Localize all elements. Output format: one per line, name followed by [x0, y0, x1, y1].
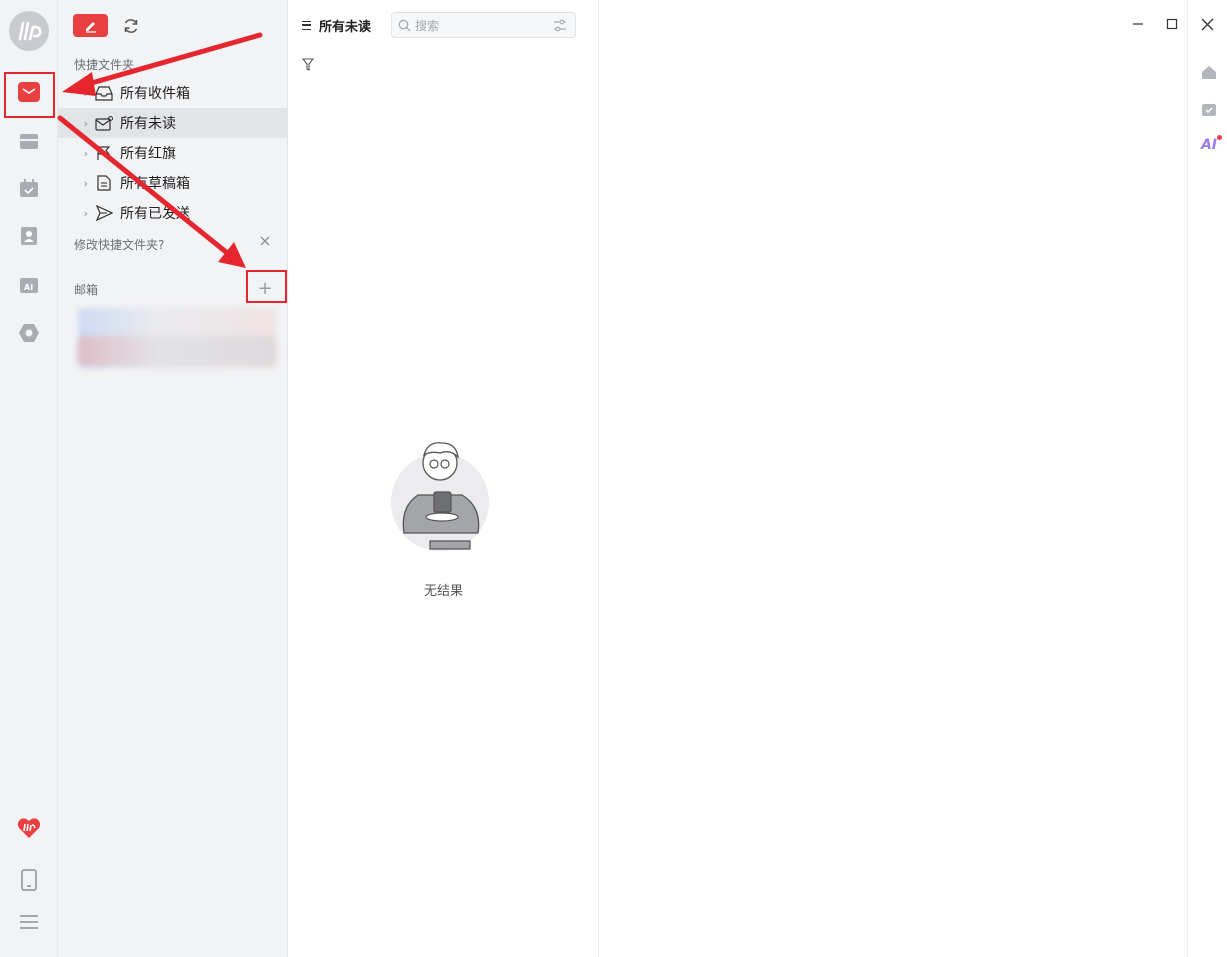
app-rail: AI	[0, 0, 58, 957]
blurred-account-item[interactable]	[78, 336, 276, 366]
folder-item-all-inbox[interactable]: › 所有收件箱	[58, 78, 288, 108]
folder-icon	[20, 134, 38, 149]
chevron-right-icon[interactable]: ›	[72, 207, 94, 220]
notification-dot	[1217, 135, 1222, 140]
phone-icon	[21, 869, 37, 891]
chevron-right-icon[interactable]: ›	[72, 177, 94, 190]
sent-icon	[94, 204, 114, 222]
apps-icon	[19, 324, 39, 342]
annotation-box-add	[246, 270, 287, 303]
ai-icon: AI	[1200, 137, 1218, 153]
mailbox-heading: 邮箱	[74, 283, 99, 297]
list-title: 所有未读	[319, 20, 372, 35]
calendar-check-icon	[1202, 103, 1216, 116]
inbox-icon	[94, 84, 114, 102]
compose-button[interactable]	[73, 14, 108, 37]
ai-button[interactable]: AI	[1198, 134, 1222, 156]
maximize-button[interactable]	[1162, 14, 1182, 34]
chevron-right-icon[interactable]: ›	[72, 147, 94, 160]
minimize-icon	[1133, 23, 1143, 25]
home-button[interactable]	[1198, 61, 1220, 83]
refresh-icon	[124, 19, 138, 33]
rail-apps-button[interactable]	[9, 313, 49, 353]
chevron-right-icon[interactable]: ›	[72, 117, 94, 130]
rail-files-button[interactable]	[9, 121, 49, 161]
rail-ai-button[interactable]: AI	[9, 265, 49, 305]
maximize-icon	[1166, 18, 1178, 30]
folder-item-all-flagged[interactable]: › 所有红旗	[58, 138, 288, 168]
search-icon	[398, 19, 411, 31]
close-icon[interactable]	[258, 233, 272, 247]
home-icon	[1202, 65, 1216, 79]
filter-icon[interactable]	[301, 56, 316, 71]
folder-item-all-unread[interactable]: › 所有未读	[58, 108, 288, 138]
folder-label: 所有草稿箱	[120, 176, 190, 192]
rail-contacts-button[interactable]	[9, 216, 49, 256]
close-window-button[interactable]	[1197, 14, 1217, 34]
folder-item-all-sent[interactable]: › 所有已发送	[58, 198, 288, 228]
pencil-icon	[85, 21, 96, 33]
unread-mail-icon	[94, 114, 114, 132]
menu-icon	[20, 915, 38, 929]
edit-quick-folders-link[interactable]: 修改快捷文件夹?	[74, 236, 164, 253]
tasks-button[interactable]	[1198, 98, 1220, 120]
rail-mobile-button[interactable]	[9, 860, 49, 900]
close-icon	[1201, 18, 1213, 30]
empty-state-illustration	[391, 442, 489, 551]
calendar-icon	[20, 178, 38, 197]
list-menu-icon[interactable]	[302, 21, 311, 30]
rail-calendar-button[interactable]	[9, 168, 49, 208]
list-header[interactable]: 所有未读	[302, 16, 371, 35]
brand-app-icon	[17, 818, 41, 838]
folder-label: 所有收件箱	[120, 86, 190, 102]
flag-icon	[94, 144, 114, 162]
message-list: 所有未读 搜索 无结果	[288, 0, 599, 957]
app-logo	[9, 11, 49, 51]
draft-icon	[94, 174, 114, 192]
folder-label: 所有未读	[120, 116, 176, 132]
refresh-button[interactable]	[120, 15, 142, 37]
empty-state-text: 无结果	[423, 584, 463, 599]
rail-menu-button[interactable]	[9, 902, 49, 942]
rail-brand-button[interactable]	[9, 808, 49, 848]
right-tool-strip: AI	[1187, 0, 1227, 957]
reading-pane	[599, 0, 1187, 957]
mail-app-window: AI 快捷文件夹 › 所有收件箱 › 所有未读 › 所有红旗 › 所有草稿箱 ›…	[0, 0, 1227, 957]
folder-panel: 快捷文件夹 › 所有收件箱 › 所有未读 › 所有红旗 › 所有草稿箱 › 所有…	[58, 0, 288, 957]
quick-folders-heading: 快捷文件夹	[74, 58, 135, 72]
search-input[interactable]: 搜索	[391, 12, 576, 38]
contacts-icon	[21, 227, 37, 245]
chevron-right-icon[interactable]: ›	[72, 87, 94, 100]
search-placeholder: 搜索	[415, 18, 440, 33]
search-options-icon[interactable]	[553, 19, 567, 32]
ai-assistant-icon: AI	[20, 278, 38, 293]
folder-label: 所有已发送	[120, 206, 190, 222]
minimize-button[interactable]	[1128, 14, 1148, 34]
svg-text:AI: AI	[24, 283, 33, 292]
annotation-box-mail	[4, 72, 55, 118]
folder-item-all-drafts[interactable]: › 所有草稿箱	[58, 168, 288, 198]
folder-label: 所有红旗	[120, 146, 176, 162]
